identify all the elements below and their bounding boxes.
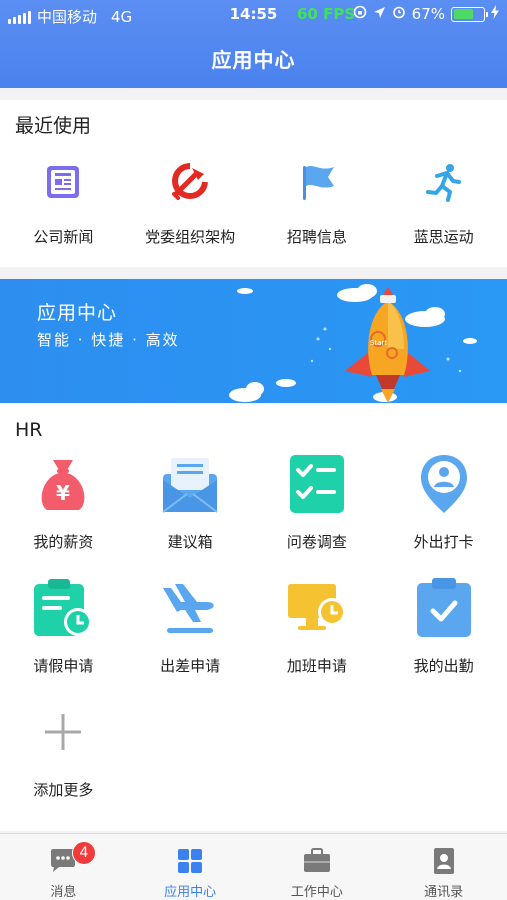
battery-icon xyxy=(451,6,488,22)
hr-item-label: 外出打卡 xyxy=(413,533,474,551)
briefcase-icon xyxy=(302,846,332,876)
tab-work-center[interactable]: 工作中心 xyxy=(254,834,381,900)
tab-label: 通讯录 xyxy=(424,885,464,900)
tab-app-center[interactable]: 应用中心 xyxy=(127,834,254,900)
recent-item-party-structure[interactable]: 党委组织架构 xyxy=(127,160,254,247)
battery-percent: 67% xyxy=(411,5,445,23)
hr-item-label: 我的薪资 xyxy=(33,533,94,551)
hr-item-salary[interactable]: ¥ 我的薪资 xyxy=(0,453,127,577)
tab-bar: 4 消息 应用中心 工作中心 通讯录 xyxy=(0,833,507,900)
promo-banner[interactable]: Start 应用中心 智能 · 快捷 · 高效 xyxy=(0,279,507,403)
recent-grid: 公司新闻 党委组织架构 招聘信息 蓝思运动 xyxy=(0,160,507,247)
fps-label: 60 FPS xyxy=(297,5,356,23)
hr-item-survey[interactable]: 问卷调查 xyxy=(254,453,381,577)
plus-icon xyxy=(32,701,94,763)
app-header: 中国移动 4G 14:55 60 FPS 67% 应用中心 xyxy=(0,0,507,88)
grid-icon xyxy=(175,846,205,876)
runner-icon xyxy=(422,160,466,204)
recent-section: 最近使用 公司新闻 党委组织架构 招聘信息 蓝思运动 xyxy=(0,100,507,267)
banner-subtitle: 智能 · 快捷 · 高效 xyxy=(37,331,180,349)
hr-item-leave-request[interactable]: 请假申请 xyxy=(0,577,127,701)
checklist-icon xyxy=(286,453,348,515)
hr-item-attendance[interactable]: 我的出勤 xyxy=(380,577,507,701)
rotation-lock-icon xyxy=(353,5,367,23)
charging-icon xyxy=(491,5,499,23)
monitor-clock-icon xyxy=(286,577,348,639)
airplane-icon xyxy=(159,577,221,639)
hr-item-overtime[interactable]: 加班申请 xyxy=(254,577,381,701)
page-title: 应用中心 xyxy=(211,48,296,72)
tab-messages[interactable]: 4 消息 xyxy=(0,834,127,900)
hr-item-label: 请假申请 xyxy=(33,657,94,675)
status-right: 67% xyxy=(353,5,499,23)
unread-badge: 4 xyxy=(72,841,96,865)
hr-section: HR ¥ 我的薪资 建议箱 问卷调查 外出打卡 请假申请 出差申请 加班申请 我… xyxy=(0,403,507,831)
rocket-text: Start xyxy=(370,339,387,347)
location-pin-icon xyxy=(413,453,475,515)
hr-item-label: 我的出勤 xyxy=(413,657,474,675)
newspaper-icon xyxy=(41,160,85,204)
hr-section-title: HR xyxy=(15,419,43,441)
hr-item-outside-checkin[interactable]: 外出打卡 xyxy=(380,453,507,577)
hr-item-label: 加班申请 xyxy=(286,657,347,675)
hr-item-label: 问卷调查 xyxy=(286,533,347,551)
clipboard-check-icon xyxy=(413,577,475,639)
money-bag-icon: ¥ xyxy=(32,453,94,515)
recent-section-title: 最近使用 xyxy=(15,115,92,137)
mail-box-icon xyxy=(159,453,221,515)
hr-grid: ¥ 我的薪资 建议箱 问卷调查 外出打卡 请假申请 出差申请 加班申请 我的出勤… xyxy=(0,453,507,825)
recent-item-company-news[interactable]: 公司新闻 xyxy=(0,160,127,247)
flag-icon xyxy=(295,160,339,204)
tab-label: 应用中心 xyxy=(164,885,217,900)
recent-item-label: 蓝思运动 xyxy=(413,228,474,246)
hr-item-suggestion-box[interactable]: 建议箱 xyxy=(127,453,254,577)
recent-item-label: 党委组织架构 xyxy=(145,228,236,246)
recent-item-label: 公司新闻 xyxy=(33,228,94,246)
tab-label: 工作中心 xyxy=(290,885,343,900)
hr-item-label: 出差申请 xyxy=(160,657,221,675)
recent-item-lens-sport[interactable]: 蓝思运动 xyxy=(380,160,507,247)
hr-item-add-more[interactable]: 添加更多 xyxy=(0,701,127,825)
hammer-sickle-icon xyxy=(168,160,212,204)
svg-text:¥: ¥ xyxy=(56,481,70,505)
tab-contacts[interactable]: 通讯录 xyxy=(380,834,507,900)
contacts-icon xyxy=(429,846,459,876)
hr-item-label: 添加更多 xyxy=(33,781,94,799)
clipboard-clock-icon xyxy=(32,577,94,639)
location-icon xyxy=(373,5,386,23)
recent-item-recruitment[interactable]: 招聘信息 xyxy=(254,160,381,247)
banner-title: 应用中心 xyxy=(37,302,118,324)
recent-item-label: 招聘信息 xyxy=(286,228,347,246)
hr-item-business-trip[interactable]: 出差申请 xyxy=(127,577,254,701)
status-bar: 中国移动 4G 14:55 60 FPS 67% xyxy=(0,0,507,30)
hr-item-label: 建议箱 xyxy=(167,533,213,551)
alarm-icon xyxy=(392,5,406,23)
tab-label: 消息 xyxy=(50,885,77,900)
